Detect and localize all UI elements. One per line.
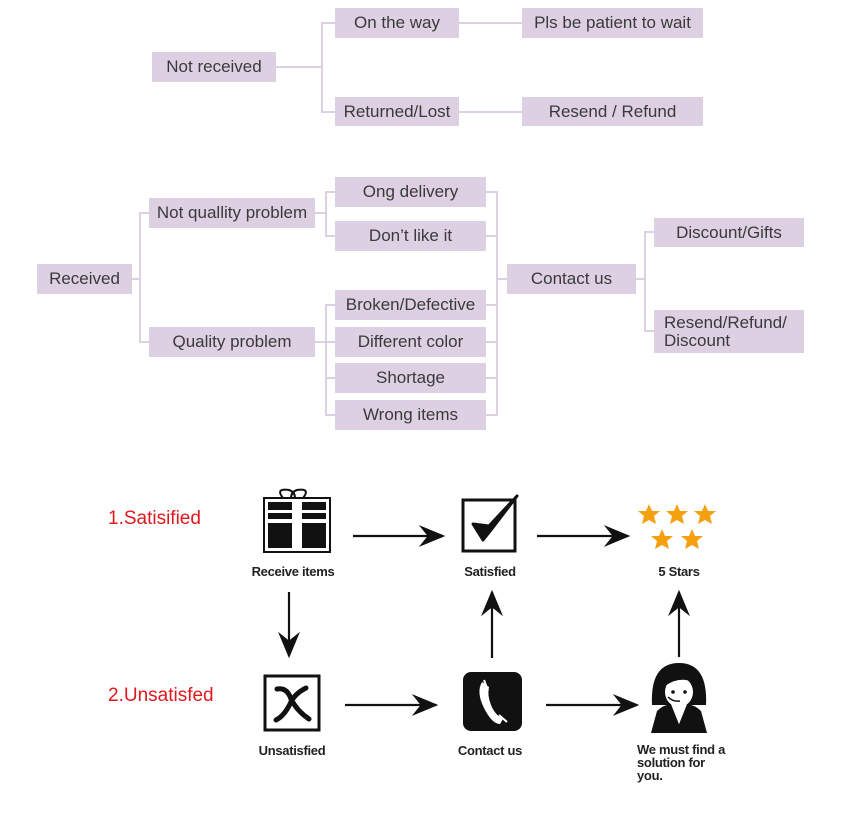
five-stars-icon [638,504,716,549]
label-unsatisfied: Unsatisfied [258,743,326,758]
label-satisfied: Satisfied [464,564,516,579]
phone-icon [463,672,522,731]
label-contact-us: Contact us [457,743,523,758]
label-solution: We must find a solution for you. [637,742,726,783]
checkbox-x-icon [263,674,321,732]
diagram: Not received On the way Returned/Lost Pl… [0,0,866,820]
flow-graphics [263,488,716,733]
support-agent-icon [651,663,707,733]
label-5-stars: 5 Stars [658,564,700,579]
gift-icon [263,488,331,553]
checkbox-check-icon [461,494,519,553]
label-receive-items: Receive items [251,564,335,579]
